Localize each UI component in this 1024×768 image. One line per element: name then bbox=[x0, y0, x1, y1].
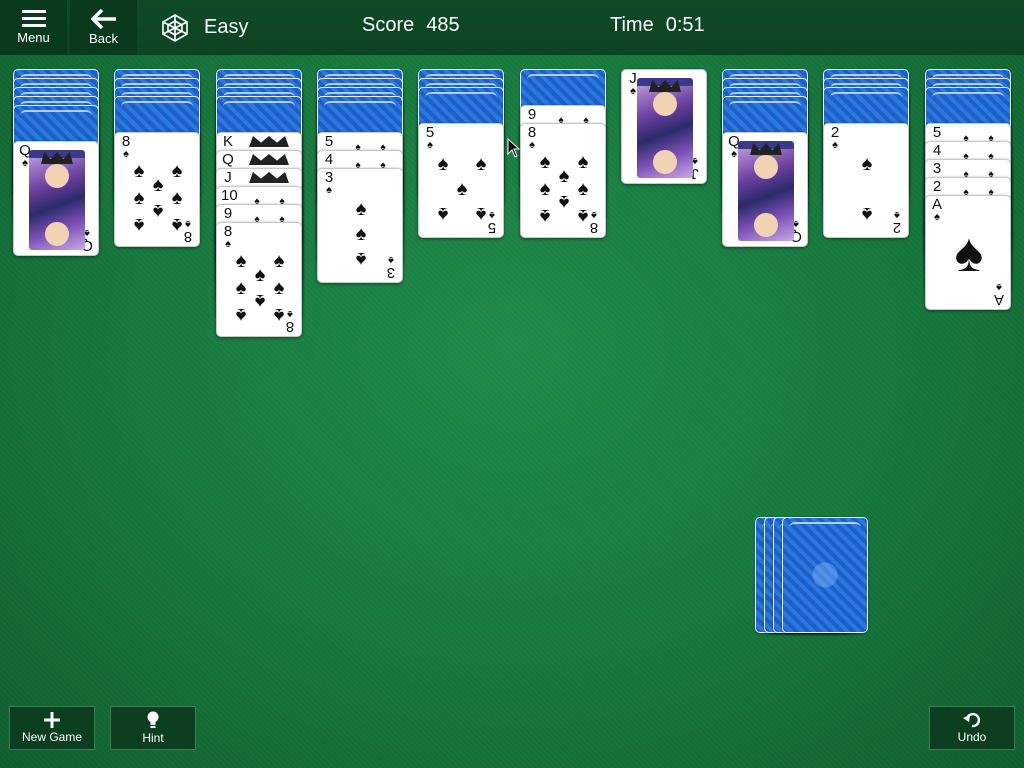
plus-icon bbox=[44, 712, 60, 728]
spade-icon: ♠ bbox=[539, 178, 551, 200]
spade-icon: ♠ bbox=[123, 148, 129, 160]
court-card-portrait bbox=[738, 141, 794, 241]
stock-card[interactable] bbox=[782, 517, 868, 633]
playing-card[interactable]: 2 ♠ 2 ♠ ♠ ♠ bbox=[823, 123, 909, 238]
spade-icon: ♠ bbox=[171, 214, 183, 236]
undo-icon bbox=[963, 712, 981, 728]
spider-web-icon bbox=[162, 13, 188, 42]
spade-icon: ♠ bbox=[558, 165, 570, 187]
score-label: Score bbox=[362, 14, 415, 36]
spade-icon: ♠ bbox=[954, 223, 984, 283]
card-rank-bottom: 3 ♠ bbox=[384, 254, 398, 281]
undo-button[interactable]: Undo bbox=[929, 706, 1015, 750]
back-label: Back bbox=[89, 31, 118, 46]
card-rank-top: 2♠ bbox=[828, 125, 842, 151]
spade-icon: ♠ bbox=[355, 248, 367, 270]
card-rank-text: 2 bbox=[892, 219, 902, 236]
time-display: Time 0:51 bbox=[610, 14, 705, 37]
card-rank-top: 8 ♠ bbox=[525, 125, 539, 151]
card-rank-top: 5♠ bbox=[423, 125, 437, 151]
spade-icon: ♠ bbox=[273, 277, 285, 299]
time-value: 0:51 bbox=[665, 14, 705, 36]
spade-icon: ♠ bbox=[254, 290, 266, 312]
spade-icon: ♠ bbox=[539, 205, 551, 227]
hint-label: Hint bbox=[142, 731, 164, 745]
back-button[interactable]: Back bbox=[70, 0, 137, 55]
top-toolbar: Menu Back Easy Score 485 Time 0:51 bbox=[0, 0, 1024, 55]
playing-card[interactable]: 8 ♠ 8 ♠ ♠ ♠ ♠ ♠ ♠ ♠ ♠ ♠ bbox=[114, 132, 200, 247]
spade-icon: ♠ bbox=[456, 178, 468, 200]
spade-icon: ♠ bbox=[225, 238, 231, 250]
spade-icon: ♠ bbox=[437, 153, 449, 175]
spade-icon: ♠ bbox=[171, 160, 183, 182]
difficulty-label: Easy bbox=[204, 16, 249, 38]
spade-icon: ♠ bbox=[437, 203, 449, 225]
card-rank-bottom: A ♠ bbox=[992, 281, 1006, 308]
playing-card[interactable]: 3 ♠ 3 ♠ ♠ ♠ ♠ bbox=[317, 168, 403, 283]
spade-icon: ♠ bbox=[133, 187, 145, 209]
spade-icon: ♠ bbox=[427, 139, 433, 151]
spade-icon: ♠ bbox=[475, 153, 487, 175]
spade-icon: ♠ bbox=[326, 184, 332, 196]
lightbulb-icon bbox=[147, 711, 159, 728]
court-card-portrait bbox=[637, 78, 693, 178]
playing-card[interactable]: Q ♠ Q ♠ bbox=[13, 141, 99, 256]
spade-icon: ♠ bbox=[273, 304, 285, 326]
playing-card[interactable]: A ♠ A ♠ ♠ bbox=[925, 195, 1011, 310]
spade-icon: ♠ bbox=[152, 174, 164, 196]
spade-icon: ♠ bbox=[529, 139, 535, 151]
spade-icon: ♠ bbox=[475, 203, 487, 225]
spade-icon: ♠ bbox=[539, 151, 551, 173]
time-label: Time bbox=[610, 14, 654, 36]
playing-card[interactable]: 5 ♠ 5 ♠ ♠ ♠ ♠ ♠ ♠ bbox=[418, 123, 504, 238]
card-rank-bottom: 2 ♠ bbox=[890, 209, 904, 236]
card-rank-top: 8 ♠ bbox=[119, 134, 133, 160]
card-rank-top: A ♠ bbox=[930, 197, 944, 223]
mouse-pointer-icon bbox=[507, 138, 521, 158]
new-game-label: New Game bbox=[21, 730, 83, 744]
card-rank-text: A bbox=[994, 291, 1005, 308]
playing-card[interactable]: 8 ♠ 8 ♠ ♠ ♠ ♠ ♠ ♠ ♠ ♠ ♠ bbox=[216, 222, 302, 337]
spade-icon: ♠ bbox=[273, 250, 285, 272]
spade-icon: ♠ bbox=[152, 200, 164, 222]
playing-card[interactable]: 8 ♠ 8 ♠ ♠ ♠ ♠ ♠ ♠ ♠ ♠ ♠ bbox=[520, 123, 606, 238]
spade-icon: ♠ bbox=[861, 153, 873, 175]
card-rank-top: 8 ♠ bbox=[221, 224, 235, 250]
spade-icon: ♠ bbox=[934, 211, 940, 223]
hint-button[interactable]: Hint bbox=[110, 706, 196, 750]
spade-icon: ♠ bbox=[558, 191, 570, 213]
spade-icon: ♠ bbox=[577, 205, 589, 227]
crown-icon bbox=[249, 154, 289, 165]
menu-label: Menu bbox=[17, 30, 50, 45]
spade-icon: ♠ bbox=[133, 214, 145, 236]
spade-icon: ♠ bbox=[235, 304, 247, 326]
spade-icon: ♠ bbox=[235, 250, 247, 272]
stock-pile[interactable] bbox=[755, 517, 885, 633]
spade-icon: ♠ bbox=[235, 277, 247, 299]
spade-icon: ♠ bbox=[861, 203, 873, 225]
card-rank-top: 3♠ bbox=[322, 170, 336, 196]
spade-icon: ♠ bbox=[832, 139, 838, 151]
spade-icon: ♠ bbox=[133, 160, 145, 182]
new-game-button[interactable]: New Game bbox=[9, 706, 95, 750]
undo-label: Undo bbox=[957, 730, 987, 744]
arrow-left-icon bbox=[90, 9, 116, 29]
spade-icon: ♠ bbox=[577, 151, 589, 173]
playing-card[interactable]: J ♠ J ♠ bbox=[621, 69, 707, 184]
hamburger-icon bbox=[21, 10, 46, 27]
crown-icon bbox=[249, 136, 289, 147]
spade-icon: ♠ bbox=[577, 178, 589, 200]
spade-icon: ♠ bbox=[355, 198, 367, 220]
score-value: 485 bbox=[426, 14, 460, 36]
score-display: Score 485 bbox=[362, 14, 460, 37]
spade-icon: ♠ bbox=[254, 264, 266, 286]
spade-icon: ♠ bbox=[171, 187, 183, 209]
playing-card[interactable]: Q ♠ Q ♠ bbox=[722, 132, 808, 247]
court-card-portrait bbox=[29, 150, 85, 250]
spade-icon: ♠ bbox=[355, 223, 367, 245]
crown-icon bbox=[249, 172, 289, 183]
menu-button[interactable]: Menu bbox=[0, 0, 67, 55]
card-rank-text: 3 bbox=[386, 264, 396, 281]
